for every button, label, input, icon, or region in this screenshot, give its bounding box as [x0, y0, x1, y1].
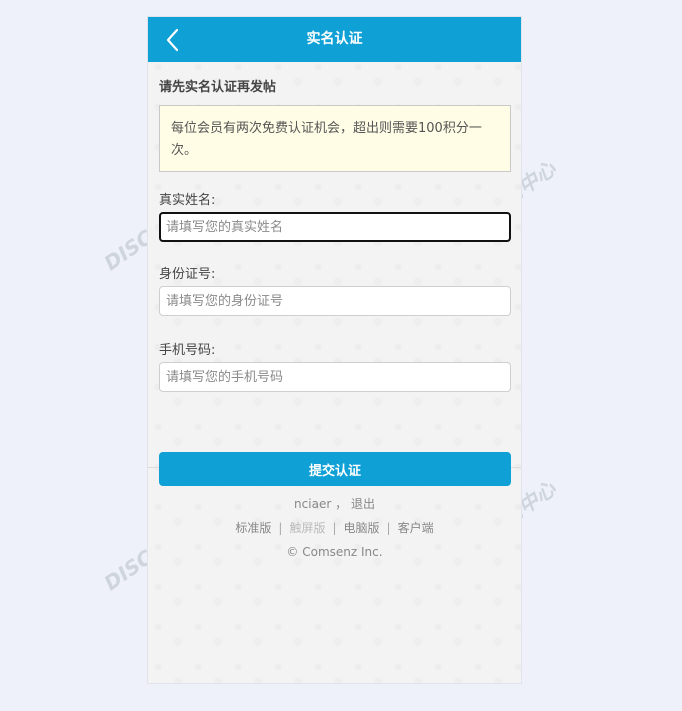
notice-box: 每位会员有两次免费认证机会，超出则需要100积分一次。 [159, 105, 511, 172]
page-title: 实名认证 [306, 31, 363, 47]
username-link[interactable]: nciaer [294, 497, 331, 511]
phone-label: 手机号码: [159, 343, 216, 358]
section-title: 请先实名认证再发帖 [159, 80, 277, 95]
id-number-input[interactable] [159, 286, 511, 316]
logout-link[interactable]: 退出 [351, 497, 375, 511]
verification-form: 请先实名认证再发帖 每位会员有两次免费认证机会，超出则需要100积分一次。 真实… [148, 62, 521, 486]
id-number-label: 身份证号: [159, 267, 216, 282]
submit-button[interactable]: 提交认证 [159, 452, 511, 486]
client-link[interactable]: 客户端 [398, 521, 434, 535]
standard-version-link[interactable]: 标准版 [235, 521, 271, 535]
phone-input[interactable] [159, 362, 511, 392]
main-panel: 实名认证 请先实名认证再发帖 每位会员有两次免费认证机会，超出则需要100积分一… [147, 16, 522, 684]
version-links: 标准版 | 触屏版 | 电脑版 | 客户端 [235, 521, 434, 535]
real-name-label: 真实姓名: [159, 193, 216, 208]
comma-separator: ， [335, 497, 348, 511]
footer: nciaer ， 退出 标准版 | 触屏版 | 电脑版 | 客户端 © Comsenz In… [148, 492, 521, 564]
copyright: © Comsenz Inc. [286, 545, 383, 559]
desktop-version-link[interactable]: 电脑版 [344, 521, 380, 535]
touch-version-link[interactable]: 触屏版 [289, 521, 325, 535]
user-row: nciaer ， 退出 [148, 492, 521, 516]
top-bar: 实名认证 [148, 17, 521, 62]
real-name-input[interactable] [159, 212, 511, 242]
